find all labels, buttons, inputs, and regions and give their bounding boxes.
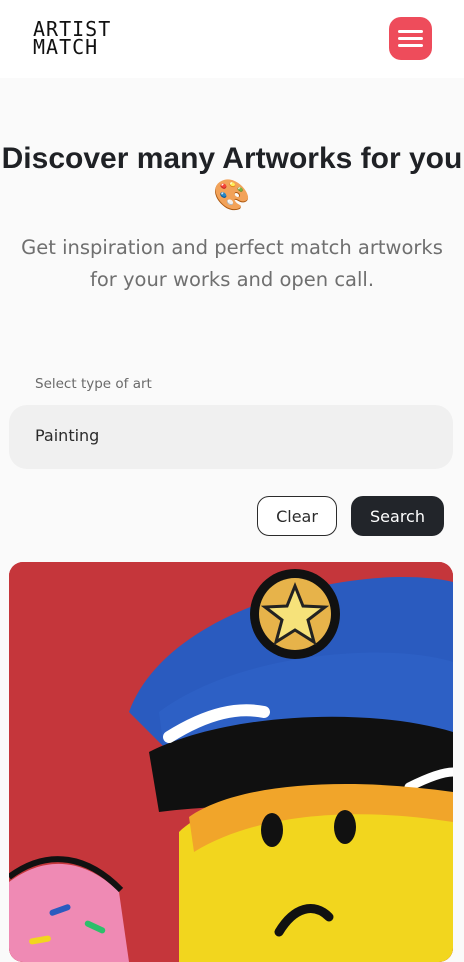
artwork-card[interactable] xyxy=(9,562,453,962)
palette-icon: 🎨 xyxy=(213,179,251,212)
site-header: ARTIST MATCH xyxy=(0,0,464,78)
hero-title: Discover many Artworks for you 🎨 xyxy=(0,140,464,214)
hero-title-text: Discover many Artworks for you xyxy=(1,142,463,175)
search-button[interactable]: Search xyxy=(351,496,444,536)
hero-subtitle: Get inspiration and perfect match artwor… xyxy=(21,236,443,291)
art-type-selected-value: Painting xyxy=(35,426,100,445)
clear-button[interactable]: Clear xyxy=(257,496,337,536)
artwork-image xyxy=(9,562,453,962)
menu-button[interactable] xyxy=(389,17,432,60)
art-type-select[interactable]: Painting xyxy=(9,405,453,469)
artist-match-logo[interactable]: ARTIST MATCH xyxy=(33,19,111,57)
art-type-label: Select type of art xyxy=(35,376,152,392)
